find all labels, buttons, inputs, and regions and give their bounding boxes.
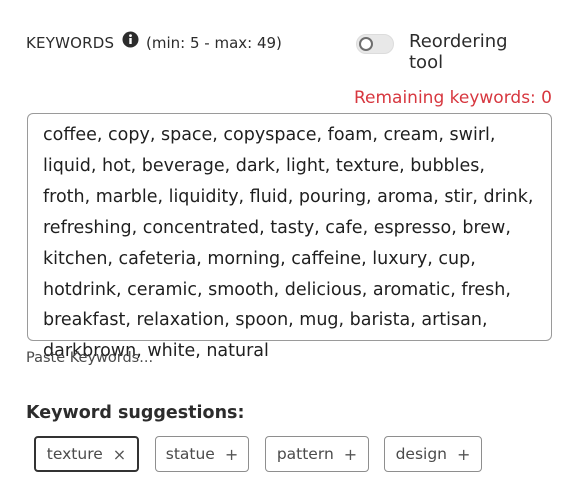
remaining-keywords: Remaining keywords: 0 — [353, 88, 552, 108]
suggestion-chip-texture[interactable]: texture × — [34, 436, 139, 472]
chip-label: pattern — [276, 445, 334, 463]
keywords-title: KEYWORDS — [26, 34, 115, 52]
suggestion-chip-statue[interactable]: statue + — [155, 436, 249, 472]
chip-label: design — [395, 445, 447, 463]
info-icon[interactable] — [122, 31, 139, 48]
keywords-textarea[interactable]: coffee, copy, space, copyspace, foam, cr… — [27, 113, 552, 361]
remove-icon: × — [112, 444, 127, 464]
add-icon: + — [457, 444, 471, 464]
keywords-header: KEYWORDS (min: 5 - max: 49) Reordering t… — [26, 30, 546, 73]
add-icon: + — [343, 444, 358, 464]
paste-keywords-link[interactable]: Paste Keywords... — [26, 350, 153, 366]
suggestion-chip-design[interactable]: design + — [384, 436, 482, 472]
toggle-knob — [359, 37, 373, 51]
keywords-range: (min: 5 - max: 49) — [146, 34, 282, 52]
reordering-toggle[interactable] — [356, 34, 394, 54]
reordering-tool-label: Reordering tool — [409, 31, 508, 73]
add-icon: + — [224, 444, 239, 464]
suggestion-chip-pattern[interactable]: pattern + — [265, 436, 369, 472]
keyword-suggestions-title: Keyword suggestions: — [26, 403, 245, 423]
chip-label: texture — [46, 445, 103, 463]
chip-label: statue — [165, 445, 215, 463]
